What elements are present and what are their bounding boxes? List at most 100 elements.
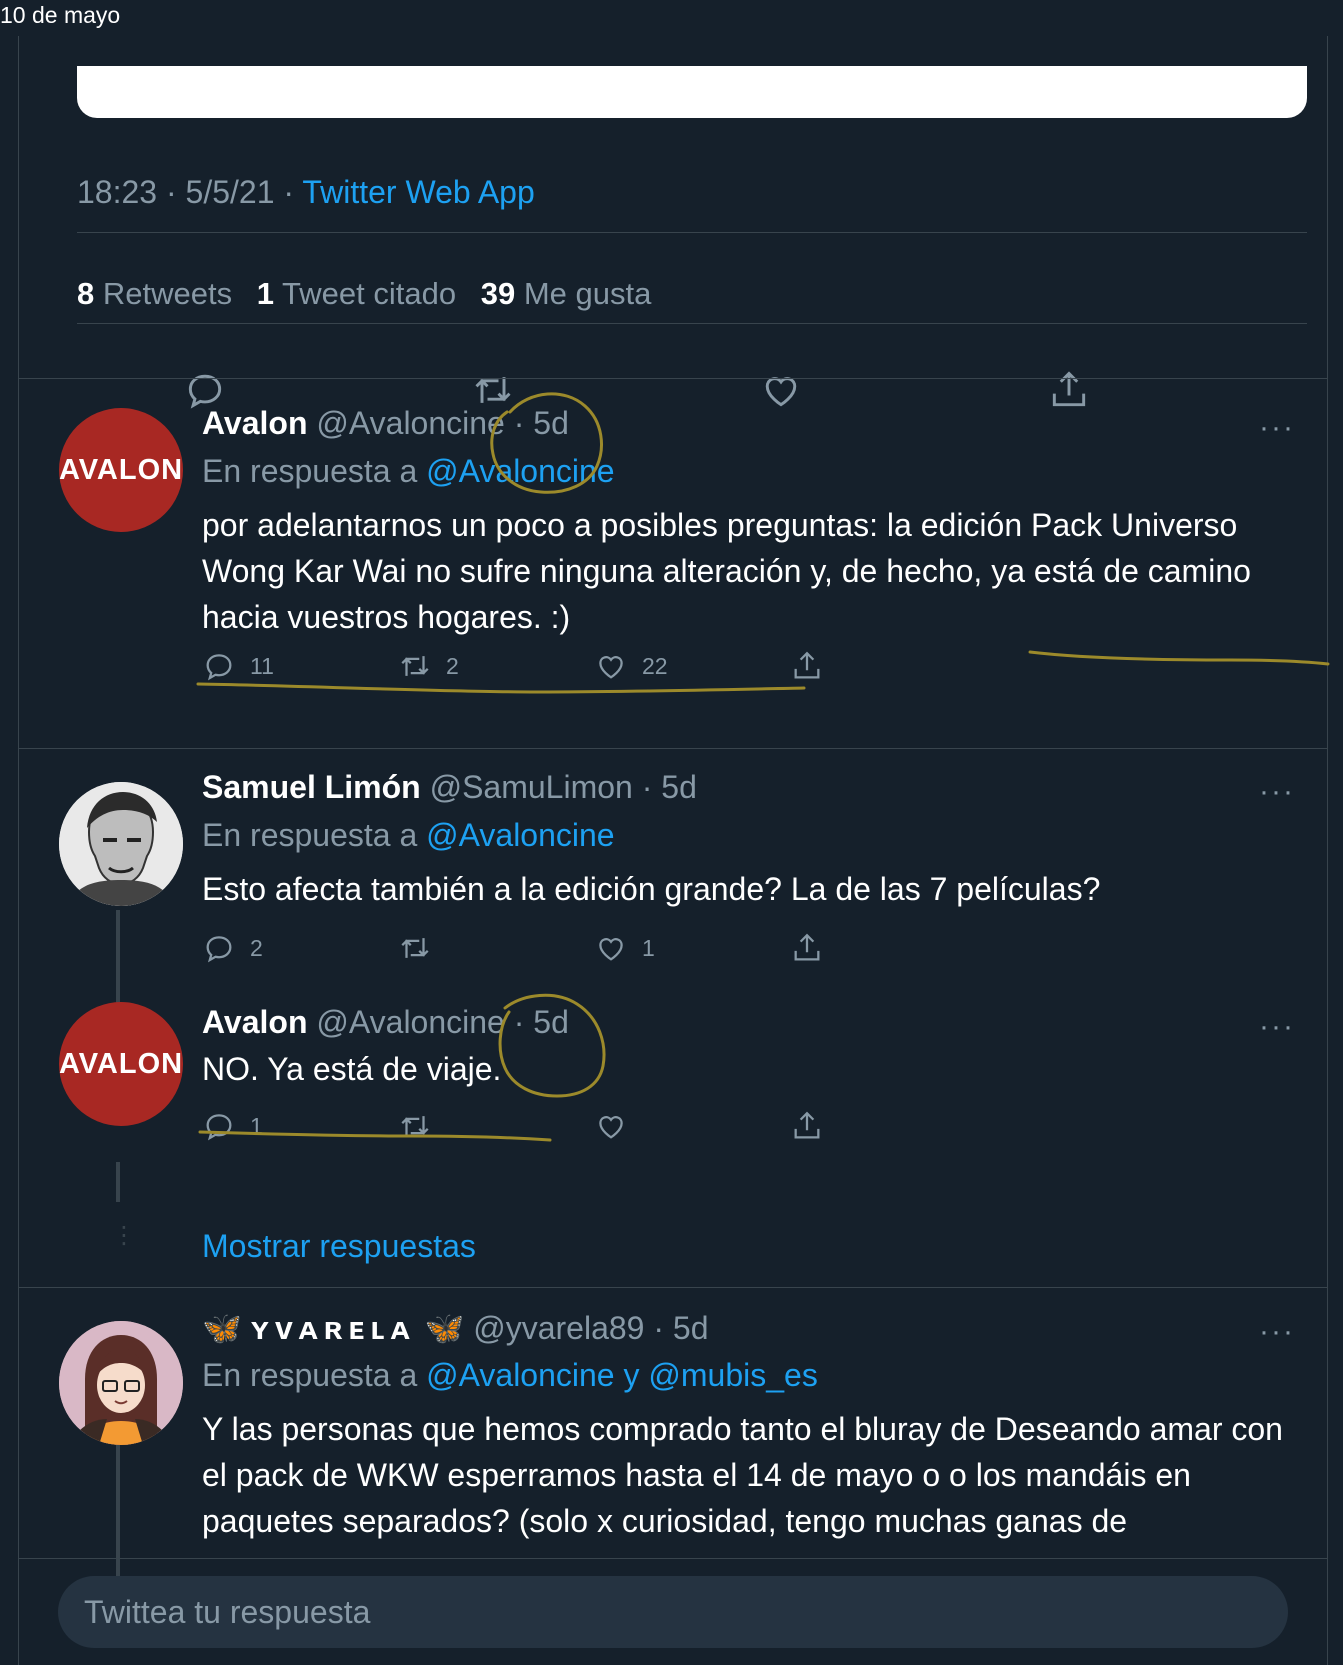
reply-count: 11 xyxy=(250,652,274,679)
tweet-header: 🦋 ʏᴠᴀʀᴇʟᴀ 🦋 @yvarela89 · 5d xyxy=(202,1309,709,1347)
author-handle[interactable]: @Avaloncine xyxy=(316,1004,504,1040)
divider xyxy=(77,232,1307,233)
author-handle[interactable]: @yvarela89 xyxy=(473,1310,644,1346)
heart-icon xyxy=(599,656,623,679)
tweet-text: Esto afecta también a la edición grande?… xyxy=(202,871,1101,907)
retweet-icon xyxy=(401,1116,429,1136)
butterfly-icon: 🦋 xyxy=(202,1310,242,1346)
portrait-image xyxy=(59,782,183,906)
reply-prefix: En respuesta a xyxy=(202,1357,418,1393)
reply-icon xyxy=(206,654,232,681)
tweet-meta: 18:23 · 5/5/21 · Twitter Web App xyxy=(77,174,535,211)
show-replies-link[interactable]: Mostrar respuestas xyxy=(202,1228,476,1265)
share-icon xyxy=(794,933,820,961)
tweet-age[interactable]: 5d xyxy=(533,1004,569,1040)
tweet-age[interactable]: 5d xyxy=(673,1310,709,1346)
reply-mention[interactable]: @Avaloncine xyxy=(426,817,614,853)
retweet-count: 2 xyxy=(446,652,459,679)
author-name[interactable]: Avalon xyxy=(202,405,308,441)
retweet-icon xyxy=(401,656,429,676)
reply-composer[interactable] xyxy=(58,1576,1288,1648)
tweet-header: Avalon @Avaloncine · 5d xyxy=(202,405,569,442)
reply-tweet[interactable]: AVALON Avalon @Avaloncine · 5d ··· En re… xyxy=(19,378,1329,706)
share-icon xyxy=(794,651,820,679)
avatar[interactable]: AVALON xyxy=(59,408,183,532)
date-header: 10 de mayo xyxy=(0,0,1343,36)
like-button[interactable]: 22 xyxy=(594,646,668,686)
tweet-date[interactable]: 5/5/21 xyxy=(186,174,275,210)
stat-likes[interactable]: 39 Me gusta xyxy=(481,276,652,311)
retweet-icon xyxy=(401,938,429,958)
reply-button[interactable]: 1 xyxy=(202,1106,263,1146)
tweet-age[interactable]: 5d xyxy=(661,769,697,805)
like-button[interactable]: 1 xyxy=(594,928,655,968)
share-icon xyxy=(794,1111,820,1139)
reply-context: En respuesta a @Avaloncine xyxy=(202,453,615,490)
header-separator: · xyxy=(513,405,525,441)
reply-icon xyxy=(206,1114,232,1141)
retweet-button[interactable] xyxy=(398,1106,432,1146)
more-options-icon[interactable]: ··· xyxy=(1259,777,1303,807)
meta-separator: · xyxy=(165,174,177,210)
tweet-header: Samuel Limón @SamuLimon · 5d xyxy=(202,769,697,806)
reply-button[interactable]: 2 xyxy=(202,928,263,968)
thread-connector xyxy=(116,1445,120,1594)
author-handle[interactable]: @Avaloncine xyxy=(316,405,504,441)
reply-mention[interactable]: @Avaloncine xyxy=(426,453,614,489)
share-button[interactable] xyxy=(790,928,824,968)
author-name[interactable]: Avalon xyxy=(202,1004,308,1040)
reply-mention[interactable]: @Avaloncine y @mubis_es xyxy=(426,1357,818,1393)
tweet-source[interactable]: Twitter Web App xyxy=(302,174,534,210)
meta-separator: · xyxy=(283,174,295,210)
avatar-logo-text: AVALON xyxy=(59,1047,183,1080)
tweet-actions: 2 1 xyxy=(202,928,902,968)
share-button[interactable] xyxy=(790,1106,824,1146)
reply-context: En respuesta a @Avaloncine y @mubis_es xyxy=(202,1357,818,1394)
header-separator: · xyxy=(641,769,653,805)
heart-icon xyxy=(599,938,623,961)
more-options-icon[interactable]: ··· xyxy=(1259,1012,1303,1042)
header-separator: · xyxy=(653,1310,665,1346)
avatar[interactable] xyxy=(59,1321,183,1445)
reply-prefix: En respuesta a xyxy=(202,817,418,853)
tweet-time[interactable]: 18:23 xyxy=(77,174,157,210)
retweet-button[interactable] xyxy=(398,928,432,968)
scrollbar-track[interactable] xyxy=(1328,0,1343,1665)
compose-input[interactable] xyxy=(58,1576,1288,1648)
reply-tweet[interactable]: AVALON Avalon @Avaloncine · 5d ··· NO. Y… xyxy=(19,1002,1329,1172)
retweet-button[interactable]: 2 xyxy=(398,646,459,686)
share-button[interactable] xyxy=(790,646,824,686)
reply-count: 1 xyxy=(250,1112,263,1139)
tweet-header: Avalon @Avaloncine · 5d xyxy=(202,1004,569,1041)
reply-button[interactable]: 11 xyxy=(202,646,274,686)
author-name[interactable]: ʏᴠᴀʀᴇʟᴀ xyxy=(251,1310,416,1346)
avatar[interactable]: AVALON xyxy=(59,1002,183,1126)
media-card[interactable] xyxy=(77,66,1307,118)
compose-divider xyxy=(18,1558,1328,1559)
author-handle[interactable]: @SamuLimon xyxy=(430,769,633,805)
thread-connector xyxy=(116,1162,120,1202)
stat-retweets[interactable]: 8 Retweets xyxy=(77,276,232,311)
conversation-column: 18:23 · 5/5/21 · Twitter Web App 8 Retwe… xyxy=(18,36,1329,1665)
reply-tweet[interactable]: 🦋 ʏᴠᴀʀᴇʟᴀ 🦋 @yvarela89 · 5d ··· En respu… xyxy=(19,1287,1329,1594)
tweet-stats: 8 Retweets 1 Tweet citado 39 Me gusta xyxy=(77,276,667,312)
tweet-text: NO. Ya está de viaje. xyxy=(202,1051,502,1087)
like-count: 1 xyxy=(642,934,655,961)
like-button[interactable] xyxy=(594,1106,628,1146)
more-options-icon[interactable]: ··· xyxy=(1259,413,1303,443)
heart-icon xyxy=(599,1116,623,1139)
illustrated-avatar xyxy=(59,1321,183,1445)
avatar-logo-text: AVALON xyxy=(59,453,183,486)
author-name[interactable]: Samuel Limón xyxy=(202,769,421,805)
like-count: 22 xyxy=(642,652,668,679)
reply-tweet[interactable]: Samuel Limón @SamuLimon · 5d ··· En resp… xyxy=(19,748,1329,1002)
reply-context: En respuesta a @Avaloncine xyxy=(202,817,615,854)
tweet-text: por adelantarnos un poco a posibles preg… xyxy=(202,507,1251,635)
butterfly-icon: 🦋 xyxy=(424,1310,465,1346)
avatar[interactable] xyxy=(59,782,183,906)
more-options-icon[interactable]: ··· xyxy=(1259,1317,1303,1347)
reply-icon xyxy=(206,936,232,963)
stat-quotes[interactable]: 1 Tweet citado xyxy=(257,276,456,311)
tweet-age[interactable]: 5d xyxy=(533,405,569,441)
thread-dots: ⋮ xyxy=(112,1222,136,1249)
